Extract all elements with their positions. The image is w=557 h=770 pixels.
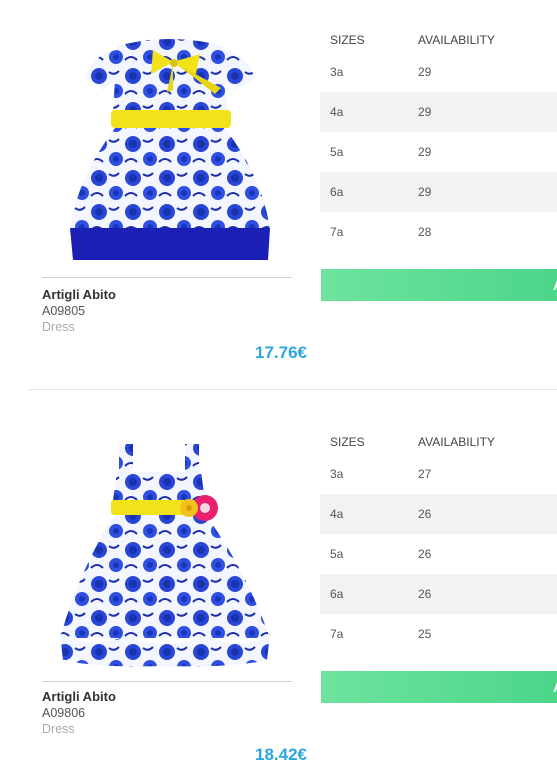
table-row[interactable]: 5a 29 [320,132,557,172]
product-name[interactable]: Artigli Abito [42,689,307,705]
size-availability-table: SIZES AVAILABILITY 3a 29 4a 29 5a 29 6a 29 7… [320,28,557,252]
product-name[interactable]: Artigli Abito [42,287,307,303]
dress-image [60,444,270,667]
size-cell: 6a [330,587,344,601]
availability-cell: 26 [418,547,432,561]
size-cell: 5a [330,145,344,159]
availability-cell: 26 [418,587,432,601]
product-card-1: Artigli Abito A09805 Dress 17.76€ SIZES … [0,0,557,390]
availability-cell: 27 [418,467,432,481]
table-row[interactable]: 7a 28 [320,212,557,252]
table-row[interactable]: 4a 26 [320,494,557,534]
product-category: Dress [42,722,75,736]
availability-cell: 29 [418,145,432,159]
availability-cell: 29 [418,65,432,79]
add-to-cart-button[interactable]: A [321,671,557,703]
size-cell: 3a [330,65,344,79]
product-card-2: Artigli Abito A09806 Dress 18.42€ SIZES … [0,400,557,770]
size-cell: 7a [330,627,344,641]
table-row[interactable]: 4a 29 [320,92,557,132]
availability-header: AVAILABILITY [418,435,495,449]
product-code: A09806 [42,706,86,720]
product-price: 18.42€ [255,745,307,764]
availability-cell: 29 [418,105,432,119]
table-row[interactable]: 6a 29 [320,172,557,212]
sizes-header: SIZES [330,435,365,449]
image-divider [42,277,292,278]
product-code: A09805 [42,304,86,318]
size-cell: 4a [330,507,344,521]
table-row[interactable]: 3a 29 [320,52,557,92]
add-button-label: A [553,671,557,703]
add-to-cart-button[interactable]: A [321,269,557,301]
table-row[interactable]: 3a 27 [320,454,557,494]
table-row[interactable]: 6a 26 [320,574,557,614]
product-category: Dress [42,320,75,334]
table-row[interactable]: 5a 26 [320,534,557,574]
size-cell: 4a [330,105,344,119]
table-header: SIZES AVAILABILITY [320,28,557,52]
product-info: Artigli Abito A09805 Dress 17.76€ [42,287,307,362]
image-divider [42,681,292,682]
dress-image [70,39,270,260]
product-price: 17.76€ [255,343,307,362]
availability-header: AVAILABILITY [418,33,495,47]
size-cell: 6a [330,185,344,199]
availability-cell: 26 [418,507,432,521]
size-cell: 5a [330,547,344,561]
product-image-dress-2[interactable] [55,438,285,678]
size-cell: 3a [330,467,344,481]
product-image-dress-1[interactable] [55,32,285,272]
availability-cell: 29 [418,185,432,199]
availability-cell: 28 [418,225,432,239]
sizes-header: SIZES [330,33,365,47]
add-button-label: A [553,269,557,301]
table-row[interactable]: 7a 25 [320,614,557,654]
product-divider [28,389,557,390]
size-cell: 7a [330,225,344,239]
availability-cell: 25 [418,627,432,641]
table-header: SIZES AVAILABILITY [320,430,557,454]
product-info: Artigli Abito A09806 Dress 18.42€ [42,689,307,764]
size-availability-table: SIZES AVAILABILITY 3a 27 4a 26 5a 26 6a 26 7… [320,430,557,654]
